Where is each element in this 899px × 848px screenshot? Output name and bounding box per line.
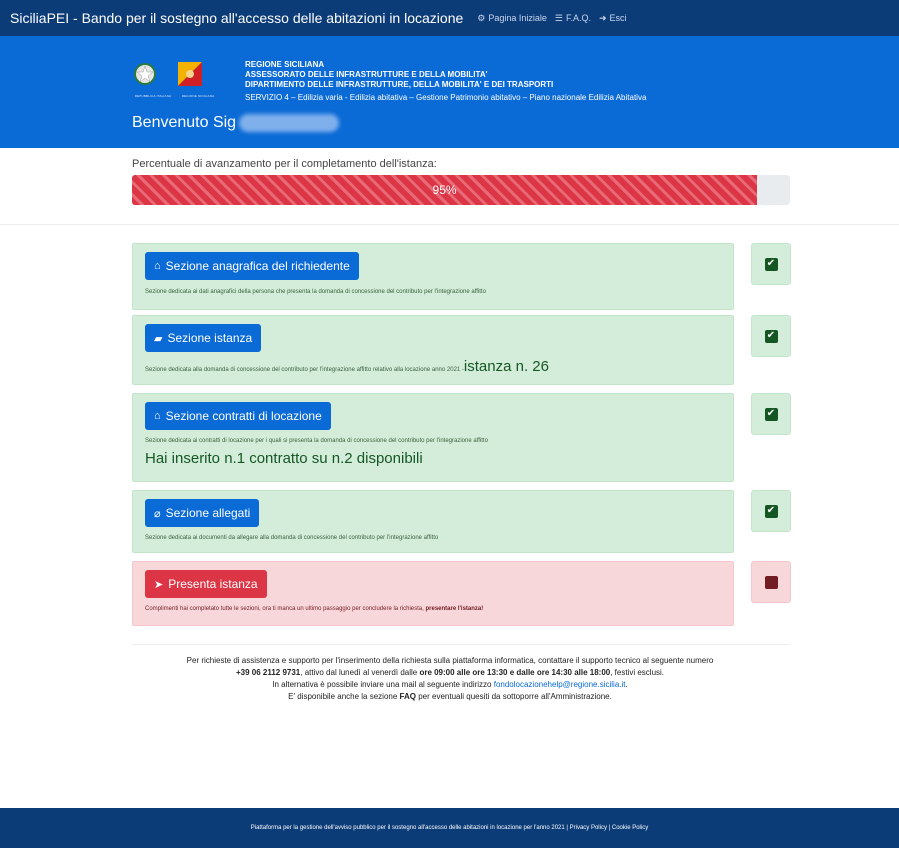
section-presenta: ➤ Presenta istanza Complimenti hai compl… (132, 561, 734, 626)
service-line: SERVIZIO 4 – Edilizia varia - Edilizia a… (245, 93, 647, 102)
support-phone: +39 06 2112 9731 (235, 668, 301, 677)
presenta-description-text: Complimenti hai completato tutte le sezi… (145, 606, 426, 612)
nav-home-link[interactable]: ⚙ Pagina Iniziale (477, 13, 547, 24)
star-emblem-icon (134, 63, 156, 85)
progress-bar: 95% (132, 175, 758, 205)
support-hours: ore 09:00 alle ore 13:30 e dalle ore 14:… (419, 668, 611, 677)
allegati-button-label: Sezione allegati (165, 506, 251, 520)
home-icon: ⌂ (154, 260, 161, 272)
presenta-istanza-button[interactable]: ➤ Presenta istanza (145, 570, 267, 598)
cookie-policy-link[interactable]: Cookie Policy (612, 825, 648, 831)
divider (132, 644, 790, 645)
privacy-policy-link[interactable]: Privacy Policy (570, 825, 607, 831)
presenta-button-label: Presenta istanza (168, 577, 258, 591)
support-line-3a: In alternativa è possibile inviare una m… (272, 680, 494, 689)
allegati-button[interactable]: ⌀ Sezione allegati (145, 499, 260, 527)
support-line-2b: , festivi esclusi. (610, 668, 665, 677)
paper-plane-icon: ➤ (154, 578, 164, 591)
emblem2-caption: Regione Siciliana (181, 94, 215, 98)
emblem1-caption: Repubblica Italiana (134, 94, 172, 98)
check-square-icon: ✔ (764, 329, 778, 343)
house-contract-icon: ⌂ (154, 410, 161, 422)
folder-open-icon: ▰ (154, 332, 163, 345)
nav-faq-label: F.A.Q. (565, 13, 591, 23)
presenta-description-bold: presentare l'istanza! (425, 606, 484, 612)
anagrafica-button[interactable]: ⌂ Sezione anagrafica del richiedente (145, 252, 359, 280)
status-istanza: ✔ (751, 315, 791, 357)
support-line-1: Per richieste di assistenza e supporto p… (186, 656, 714, 665)
support-email-link[interactable]: fondolocazionehelp@regione.sicilia.it (494, 680, 626, 689)
support-line-4b: per eventuali quesiti da sottoporre all'… (415, 692, 612, 701)
support-info: Per richieste di assistenza e supporto p… (70, 655, 830, 703)
sign-out-icon: ➜ (598, 12, 607, 23)
header-banner: Repubblica Italiana Regione Siciliana RE… (0, 36, 899, 148)
welcome-label: Benvenuto Sig (132, 114, 237, 131)
istanza-number: istanza n. 26 (463, 358, 549, 375)
support-line-4: E' disponibile anche la sezione FAQ per … (70, 691, 830, 703)
contratti-description: Sezione dedicata ai contratti di locazio… (145, 438, 488, 444)
status-presenta (751, 561, 791, 603)
status-allegati: ✔ (751, 490, 791, 532)
contratti-button[interactable]: ⌂ Sezione contratti di locazione (145, 402, 331, 430)
istanza-description: Sezione dedicata alla domanda di concess… (145, 358, 549, 375)
contratti-button-label: Sezione contratti di locazione (165, 409, 322, 423)
support-line-4a: E' disponibile anche la sezione (288, 692, 400, 701)
support-line-2: +39 06 2112 9731, attivo dal lunedì al v… (70, 667, 830, 679)
presenta-description: Complimenti hai completato tutte le sezi… (145, 606, 483, 612)
sicily-region-emblem: Regione Siciliana (178, 62, 218, 98)
org-line-1: REGIONE SICILIANA (245, 60, 325, 69)
section-allegati: ⌀ Sezione allegati Sezione dedicata ai d… (132, 490, 734, 553)
section-istanza: ▰ Sezione istanza Sezione dedicata alla … (132, 315, 734, 385)
support-line-3b: . (625, 680, 628, 689)
support-line-2a: , attivo dal lunedì al venerdì dalle (300, 668, 420, 677)
istanza-description-text: Sezione dedicata alla domanda di concess… (145, 367, 464, 373)
org-line-2: ASSESSORATO DELLE INFRASTRUTTURE E DELLA… (245, 70, 488, 79)
footer-text: Piattaforma per la gestione dell'avviso … (250, 825, 565, 831)
list-icon: ☰ (554, 12, 563, 23)
dashboard-icon: ⚙ (477, 12, 486, 23)
check-square-icon: ✔ (764, 407, 778, 421)
nav-home-label: Pagina Iniziale (488, 13, 547, 23)
progress-label: Percentuale di avanzamento per il comple… (132, 158, 437, 170)
check-square-icon: ✔ (764, 257, 778, 271)
istanza-button[interactable]: ▰ Sezione istanza (145, 324, 262, 352)
support-faq-link[interactable]: FAQ (400, 692, 416, 701)
anagrafica-description: Sezione dedicata ai dati anagrafici dell… (145, 289, 486, 295)
italian-republic-emblem: Repubblica Italiana (133, 62, 173, 98)
nav-faq-link[interactable]: ☰ F.A.Q. (555, 13, 591, 24)
istanza-button-label: Sezione istanza (167, 331, 253, 345)
section-contratti: ⌂ Sezione contratti di locazione Sezione… (132, 393, 734, 482)
org-line-3: DIPARTIMENTO DELLE INFRASTRUTTURE, DELLA… (245, 80, 554, 89)
progress-track: 95% (132, 175, 790, 205)
top-navbar: SiciliaPEI - Bando per il sostegno all'a… (0, 0, 899, 36)
welcome-message: Benvenuto Sig (132, 114, 340, 132)
section-anagrafica: ⌂ Sezione anagrafica del richiedente Sez… (132, 243, 734, 310)
top-nav: ⚙ Pagina Iniziale ☰ F.A.Q. ➜ Esci (477, 13, 634, 24)
paperclip-icon: ⌀ (154, 507, 161, 520)
anagrafica-button-label: Sezione anagrafica del richiedente (165, 259, 350, 273)
nav-logout-label: Esci (609, 13, 627, 23)
status-anagrafica: ✔ (751, 243, 791, 285)
allegati-description: Sezione dedicata ai documenti da allegar… (145, 535, 439, 541)
trinacria-icon (178, 62, 202, 86)
status-contratti: ✔ (751, 393, 791, 435)
square-icon (764, 575, 778, 589)
divider (0, 224, 899, 225)
app-brand[interactable]: SiciliaPEI - Bando per il sostegno all'a… (10, 10, 463, 26)
check-square-icon: ✔ (764, 504, 778, 518)
contratti-count: Hai inserito n.1 contratto su n.2 dispon… (145, 450, 423, 467)
nav-logout-link[interactable]: ➜ Esci (599, 13, 627, 24)
redacted-username (239, 114, 340, 132)
progress-text: 95% (432, 183, 457, 197)
organization-info: REGIONE SICILIANA ASSESSORATO DELLE INFR… (245, 60, 646, 103)
footer: Piattaforma per la gestione dell'avviso … (0, 808, 899, 848)
support-line-3: In alternativa è possibile inviare una m… (70, 679, 830, 691)
